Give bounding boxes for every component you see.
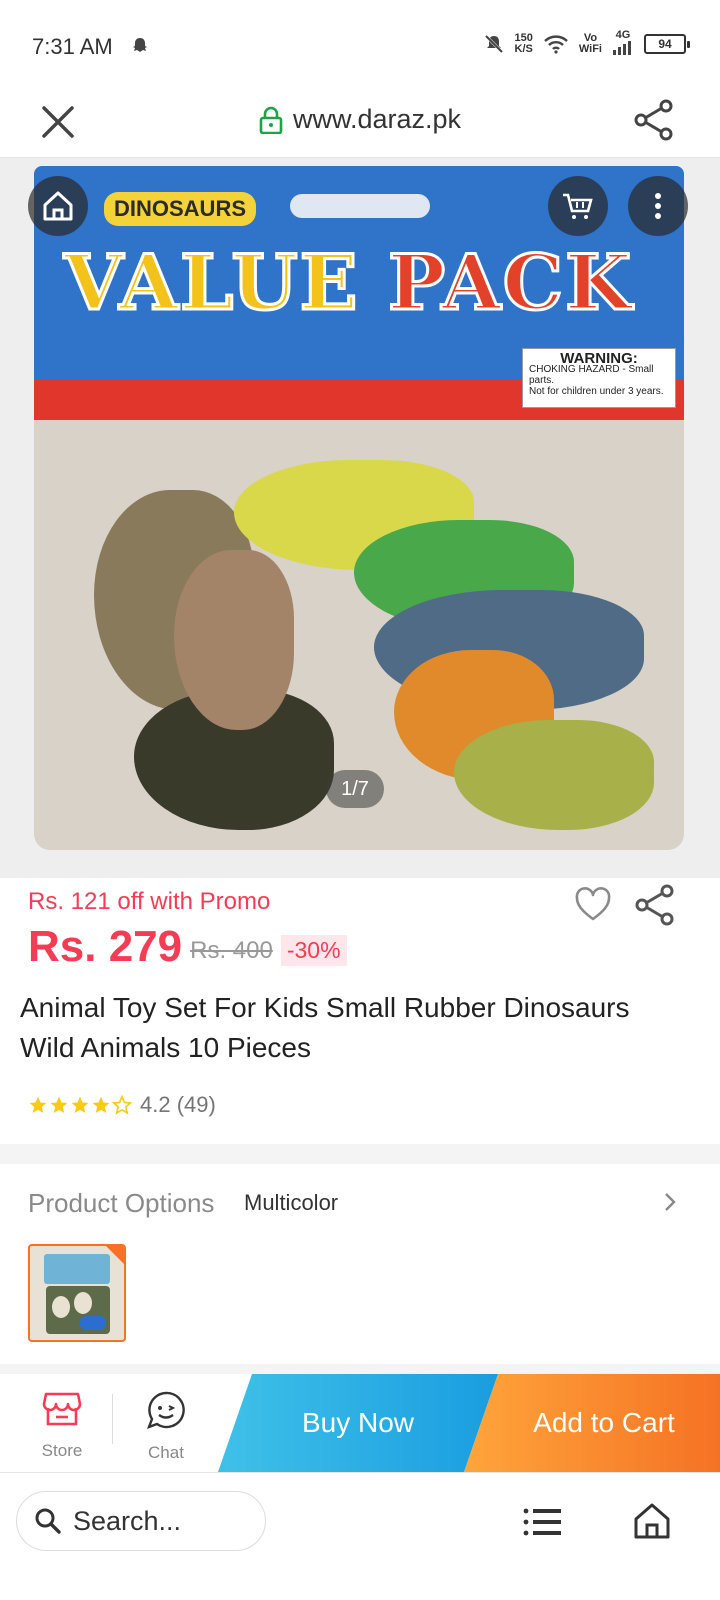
package-hang-hole xyxy=(290,194,430,218)
signal-icon xyxy=(613,41,631,55)
price-row: Rs. 279 Rs. 400 -30% xyxy=(28,922,347,972)
vowifi-bottom: WiFi xyxy=(578,43,602,55)
original-price: Rs. 400 xyxy=(190,937,273,964)
store-button[interactable]: Store xyxy=(22,1390,102,1461)
home-button[interactable] xyxy=(28,176,88,236)
chevron-right-icon[interactable] xyxy=(660,1190,680,1214)
cell-network: 4G xyxy=(612,30,634,58)
search-icon xyxy=(35,1508,61,1534)
snapchat-icon xyxy=(133,38,147,52)
promo-text: Rs. 121 off with Promo xyxy=(28,888,271,915)
package-warning: WARNING: CHOKING HAZARD - Small parts. N… xyxy=(522,348,676,408)
browser-url-bar: www.daraz.pk xyxy=(0,92,720,158)
status-bar: 7:31 AM 150 K/S Vo WiFi 4G 94 xyxy=(0,0,720,92)
option-thumbnail[interactable] xyxy=(28,1244,126,1342)
package-title-1: VALUE xyxy=(63,237,360,329)
product-rating[interactable]: 4.2 (49) xyxy=(28,1092,216,1118)
menu-list-icon[interactable] xyxy=(522,1507,562,1537)
battery-icon: 94 xyxy=(644,34,690,54)
share-icon[interactable] xyxy=(632,98,676,142)
thumb-egg xyxy=(74,1292,92,1314)
home-icon[interactable] xyxy=(632,1501,672,1541)
toy-dinosaur xyxy=(174,550,294,730)
buy-now-button[interactable]: Buy Now xyxy=(218,1374,498,1472)
action-separator xyxy=(112,1394,113,1444)
cart-button[interactable] xyxy=(548,176,608,236)
url-display[interactable]: www.daraz.pk xyxy=(0,104,720,135)
chat-label: Chat xyxy=(148,1443,184,1462)
cart-icon xyxy=(563,193,593,219)
current-price: Rs. 279 xyxy=(28,922,183,971)
vowifi-indicator: Vo WiFi xyxy=(579,33,602,55)
warning-text-2: Not for children under 3 years. xyxy=(529,386,664,397)
status-time: 7:31 AM xyxy=(32,34,113,59)
thumb-package-top xyxy=(44,1254,110,1284)
url-text: www.daraz.pk xyxy=(292,104,462,134)
star-empty-icon xyxy=(112,1095,132,1115)
section-divider xyxy=(0,1364,720,1374)
action-bar: Store Chat Buy Now Add to Cart xyxy=(0,1374,720,1472)
thumb-toy xyxy=(80,1316,106,1330)
search-placeholder: Search... xyxy=(73,1505,182,1536)
star-full-icon xyxy=(92,1096,110,1113)
toy-dinosaur xyxy=(454,720,654,830)
product-options-label[interactable]: Product Options xyxy=(28,1188,214,1219)
image-counter: 1/7 xyxy=(326,770,384,808)
star-full-icon xyxy=(29,1096,47,1113)
star-full-icon xyxy=(71,1096,89,1113)
speed-unit: K/S xyxy=(514,43,533,55)
package-brand: DINOSAURS xyxy=(104,192,257,226)
battery-level: 94 xyxy=(658,37,672,51)
product-options-value[interactable]: Multicolor xyxy=(244,1190,338,1216)
network-type: 4G xyxy=(615,29,631,41)
browser-bottom-bar: Search... xyxy=(0,1472,720,1600)
discount-badge: -30% xyxy=(280,934,347,966)
store-label: Store xyxy=(41,1441,83,1460)
store-icon xyxy=(42,1392,82,1426)
more-vertical-icon xyxy=(655,193,661,219)
add-to-cart-button[interactable]: Add to Cart xyxy=(464,1374,720,1472)
chat-button[interactable]: Chat xyxy=(126,1390,206,1463)
lock-icon xyxy=(259,106,283,134)
package-title-2: PACK xyxy=(386,237,634,329)
package-title: VALUE PACK xyxy=(63,237,634,329)
section-divider xyxy=(0,1144,720,1164)
rating-text: 4.2 (49) xyxy=(140,1092,216,1117)
home-icon xyxy=(43,191,73,221)
selected-corner xyxy=(106,1246,124,1264)
wifi-icon xyxy=(544,35,568,54)
wishlist-heart-icon[interactable] xyxy=(574,886,612,924)
more-options-button[interactable] xyxy=(628,176,688,236)
network-speed: 150 K/S xyxy=(515,33,533,55)
product-title: Animal Toy Set For Kids Small Rubber Din… xyxy=(20,992,630,1063)
warning-text-1: CHOKING HAZARD - Small parts. xyxy=(529,364,654,386)
status-icons: 150 K/S Vo WiFi 4G 94 xyxy=(483,30,690,58)
warning-title: WARNING: xyxy=(560,350,638,367)
mute-notification-icon xyxy=(484,34,503,54)
share-icon[interactable] xyxy=(634,884,676,926)
chat-icon xyxy=(146,1391,185,1430)
star-full-icon xyxy=(50,1096,68,1113)
product-image-gallery[interactable]: DINOSAURS VALUE PACK WARNING: CHOKING HA… xyxy=(0,158,720,878)
rating-stars xyxy=(28,1095,132,1115)
search-input[interactable]: Search... xyxy=(16,1491,266,1551)
thumb-egg xyxy=(52,1296,70,1318)
